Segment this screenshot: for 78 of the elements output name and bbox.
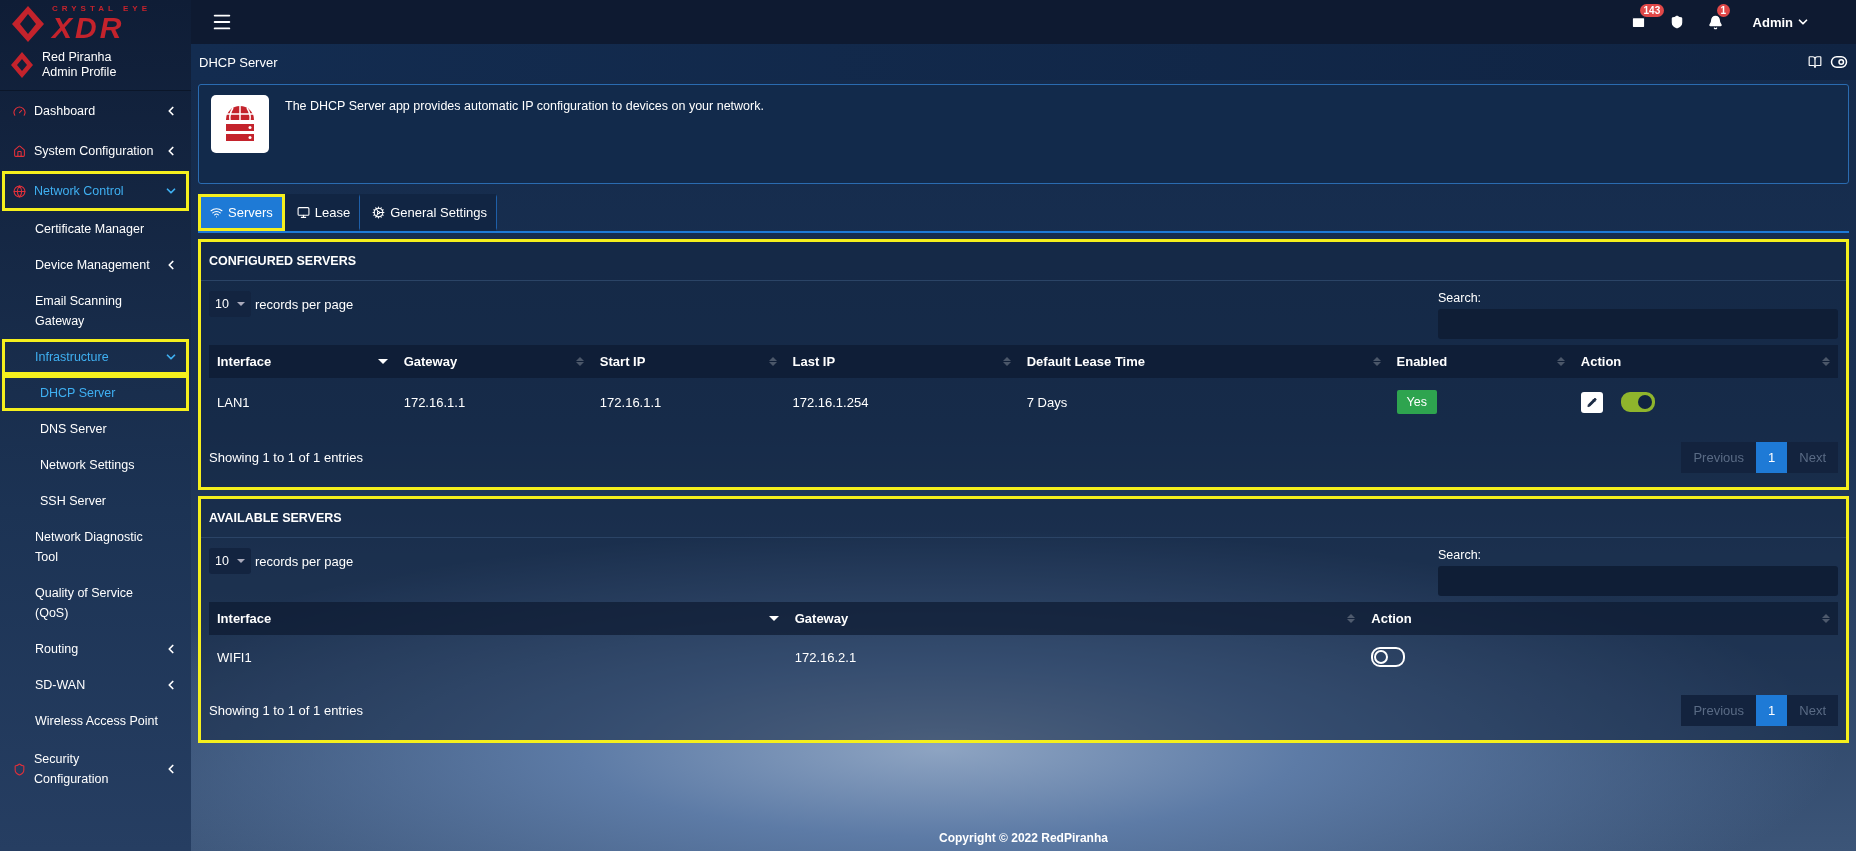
sidebar-item[interactable]: Security Configuration <box>2 739 189 799</box>
alert-count: 1 <box>1716 3 1731 17</box>
table-cell-text: WIFI1 <box>216 648 253 667</box>
table-cell-text: 7 Days <box>1025 393 1069 412</box>
column-header[interactable]: Start IP <box>591 345 785 378</box>
column-header[interactable]: Interface <box>209 602 787 635</box>
logo-tagline: CRYSTAL EYE <box>52 5 151 13</box>
shield-icon <box>13 762 26 776</box>
sidebar-item[interactable]: Network Control <box>2 171 189 211</box>
table-cell-text: 172.16.1.1 <box>598 393 663 412</box>
profile-logo-icon <box>10 51 34 79</box>
bell-icon[interactable] <box>1707 14 1723 30</box>
column-header[interactable]: Interface <box>209 345 396 378</box>
search-field[interactable] <box>1438 566 1838 596</box>
toggle-switch[interactable] <box>1620 392 1655 412</box>
table-cell-text: 172.16.2.1 <box>793 648 858 667</box>
table-cell-text: LAN1 <box>216 393 251 412</box>
page-button[interactable]: 1 <box>1756 442 1788 473</box>
user-menu[interactable]: Admin <box>1746 13 1816 31</box>
sidebar-item[interactable]: SD-WAN <box>2 667 189 703</box>
gear-icon <box>372 206 386 219</box>
sidebar-item[interactable]: Device Management <box>2 247 189 283</box>
page-button[interactable]: 1 <box>1756 695 1788 726</box>
search-label: Search: <box>1438 548 1483 562</box>
sidebar-item[interactable]: System Configuration <box>2 131 189 171</box>
sidebar-item[interactable]: Wireless Access Point <box>2 703 189 739</box>
gauge-icon <box>13 104 26 118</box>
mail-icon[interactable] <box>1630 14 1646 30</box>
profile-name: Red Piranha <box>42 50 113 65</box>
table-cell-text: 172.16.1.1 <box>402 393 467 412</box>
sidebar-item[interactable]: DHCP Server <box>2 375 189 411</box>
dhcp-app-icon <box>211 95 269 153</box>
tab[interactable]: Lease <box>284 194 361 231</box>
sidebar-item[interactable]: Infrastructure <box>2 339 189 375</box>
column-header[interactable]: Gateway <box>786 602 1364 635</box>
page-title: DHCP Server <box>199 54 278 70</box>
sidebar-item[interactable]: Email Scanning Gateway <box>2 283 189 339</box>
sidebar-item[interactable]: DNS Server <box>2 411 189 447</box>
home-icon <box>13 144 26 158</box>
sidebar-item[interactable]: Dashboard <box>2 91 189 131</box>
sidebar-item[interactable]: SSH Server <box>2 483 189 519</box>
app-description: The DHCP Server app provides automatic IP configuration to devices on your network. <box>285 99 764 115</box>
column-header[interactable]: Gateway <box>395 345 592 378</box>
column-header[interactable]: Last IP <box>784 345 1019 378</box>
column-header[interactable]: Action <box>1363 602 1838 635</box>
mail-count: 143 <box>1639 3 1665 17</box>
tab[interactable]: Servers <box>198 194 285 231</box>
monitor-icon <box>296 206 310 219</box>
sidebar-item[interactable]: Network Settings <box>2 447 189 483</box>
page-size-label: records per page <box>254 553 354 569</box>
page-size-label: records per page <box>254 296 354 312</box>
panel-title: AVAILABLE SERVERS <box>201 499 1846 538</box>
panel-title: CONFIGURED SERVERS <box>201 242 1846 281</box>
entries-info: Showing 1 to 1 of 1 entries <box>209 450 363 465</box>
entries-info: Showing 1 to 1 of 1 entries <box>209 703 363 718</box>
toggle-icon[interactable] <box>1830 53 1848 71</box>
sidebar-item[interactable]: Routing <box>2 631 189 667</box>
profile-role: Admin Profile <box>42 65 117 80</box>
enabled-badge: Yes <box>1396 390 1437 414</box>
column-header[interactable]: Action <box>1572 345 1838 378</box>
shield-icon[interactable] <box>1669 15 1684 29</box>
column-header[interactable]: Enabled <box>1388 345 1573 378</box>
pencil-icon <box>1586 395 1597 409</box>
wifi-icon <box>210 206 223 219</box>
edit-button[interactable] <box>1580 391 1603 413</box>
logo-text: XDR <box>52 13 126 43</box>
sidebar-item[interactable]: Certificate Manager <box>2 211 189 247</box>
tab[interactable]: General Settings <box>360 194 498 231</box>
sidebar-item[interactable]: Quality of Service (QoS) <box>2 575 189 631</box>
copyright-text: Copyright © 2022 RedPiranha <box>939 831 1108 845</box>
page-size-select[interactable]: 10 <box>209 291 251 317</box>
page-size-select[interactable]: 10 <box>209 548 251 574</box>
column-header[interactable]: Default Lease Time <box>1018 345 1389 378</box>
sidebar-item[interactable]: Network Diagnostic Tool <box>2 519 189 575</box>
book-icon[interactable] <box>1808 55 1822 69</box>
globe-icon <box>13 184 26 198</box>
search-label: Search: <box>1438 291 1483 305</box>
table-cell-text: 172.16.1.254 <box>791 393 870 412</box>
